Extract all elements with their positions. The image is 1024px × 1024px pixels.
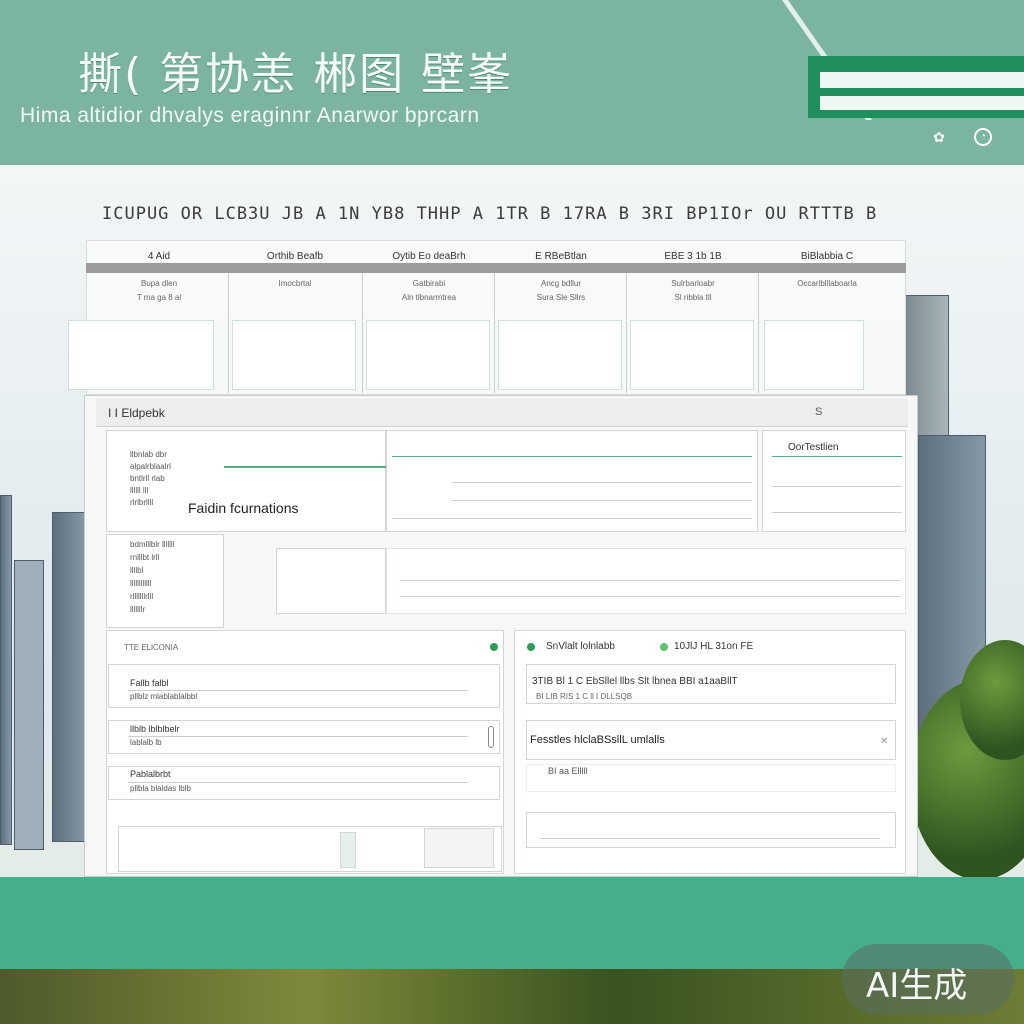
column-thumbnail: [68, 320, 214, 390]
content-line: [452, 482, 752, 483]
info-line: rlllllllrlll: [130, 592, 154, 601]
flower-icon[interactable]: ✿: [930, 128, 948, 146]
close-icon[interactable]: ✕: [880, 736, 888, 747]
feature-line: bntlrll rlab: [130, 474, 165, 483]
building-left-1: [0, 495, 12, 845]
ai-badge-label: AI生成: [866, 966, 968, 1006]
table-heading: ICUPUG OR LCB3U JB A 1N YB8 THHP A 1TR B…: [102, 204, 878, 224]
right-subpanel-header: 10JlJ HL 31on FE: [674, 641, 754, 652]
feature-title: Faidin fcurnations: [188, 500, 299, 516]
content-line: [400, 580, 900, 581]
result-text: BI aa Elllll: [548, 766, 588, 776]
result-text: BI LIB RIS 1 C ll I DLLSQB: [536, 692, 633, 701]
column-header: EBE 3 1b 1B: [664, 251, 722, 262]
column-header: BiBlabbia C: [800, 251, 854, 262]
feature-line: alpalrblaalrl: [130, 462, 171, 471]
header-stripe-line: [820, 72, 1024, 88]
column-text: Ancg bdllur: [540, 279, 582, 288]
list-item-sub: pllbla blaldas lblb: [130, 784, 191, 793]
feature-line: rlrlbrllll: [130, 498, 154, 507]
list-item-sub: lablalb lb: [130, 738, 162, 747]
tag-line: [772, 512, 902, 513]
feature-line: llllll lll: [130, 486, 149, 495]
tag-label: OorTestlien: [788, 442, 839, 453]
building-left-2: [52, 512, 86, 842]
list-item-rule: [128, 690, 468, 691]
column-card[interactable]: Oytib Eo deaBrh Gatbirabi Aln tlbnarmtre…: [362, 245, 496, 395]
list-item-title: llblb lblblbelr: [130, 724, 180, 734]
info-line: llllllllllll: [130, 579, 152, 588]
list-item-rule: [128, 782, 468, 783]
info-line: bdmlllblr lllllll: [130, 540, 175, 549]
preview-thumbnail: [340, 832, 356, 868]
column-thumbnail: [366, 320, 490, 390]
result-text: Fesstles hlclaBSsllL umlalls: [530, 734, 665, 746]
column-text: Imocbrtal: [278, 279, 312, 288]
column-thumbnail: [498, 320, 622, 390]
column-text: T ma ga 8 al: [136, 293, 182, 302]
column-thumbnail: [232, 320, 356, 390]
column-card[interactable]: BiBlabbia C Occarlblllaboarla: [760, 245, 894, 395]
column-text: Sl ribbla tll: [674, 293, 712, 302]
result-input-rule: [540, 838, 880, 839]
list-item-title: Pablalbrbt: [130, 769, 171, 779]
preview-thumbnail: [424, 828, 494, 868]
right-subpanel-header: SnVlalt lolnlabb: [546, 641, 615, 652]
panel-toolbar-action[interactable]: S: [815, 406, 822, 418]
list-item-rule: [128, 736, 468, 737]
list-item-sub: pllblz mlablablalbbl: [130, 692, 198, 701]
column-card[interactable]: E RBeBtlan Ancg bdllur Sura Sle Sllrs: [494, 245, 628, 395]
wide-content-area: [386, 548, 906, 614]
info-line: rnlllbt lrll: [130, 553, 160, 562]
column-header: Orthib Beafb: [266, 251, 324, 262]
content-line: [400, 596, 900, 597]
content-line: [392, 456, 752, 457]
content-line: [452, 500, 752, 501]
column-text: Sura Sle Sllrs: [536, 293, 586, 302]
content-card: [386, 430, 758, 532]
column-divider: [758, 273, 759, 393]
input-area[interactable]: [276, 548, 386, 614]
column-card[interactable]: EBE 3 1b 1B Sulrbarloabr Sl ribbla tll: [626, 245, 760, 395]
clock-icon[interactable]: ◔: [974, 128, 992, 146]
column-card[interactable]: 4 Aid Bupa dlen T ma ga 8 al: [68, 245, 226, 395]
column-text: Aln tlbnarmtrea: [401, 293, 457, 302]
feature-line: llbnlab dbr: [130, 450, 167, 459]
column-text: Occarlblllaboarla: [797, 279, 857, 288]
page-subtitle: Hima altidior dhvalys eraginnr Anarwor b…: [20, 104, 480, 127]
status-dot: [527, 643, 535, 651]
column-thumbnail: [764, 320, 864, 390]
column-header: Oytib Eo deaBrh: [392, 251, 466, 262]
tag-line: [772, 486, 902, 487]
info-line: lllllllr: [130, 605, 146, 614]
status-dot: [490, 643, 498, 651]
panel-toolbar-label: I I Eldpebk: [108, 406, 165, 420]
column-header: 4 Aid: [147, 251, 171, 262]
column-text: Bupa dlen: [140, 279, 178, 288]
column-header: E RBeBtlan: [535, 251, 587, 262]
page-title: 撕( 第协恙 郴图 壁峯: [78, 49, 514, 100]
column-text: Sulrbarloabr: [671, 279, 715, 288]
column-card[interactable]: Orthib Beafb Imocbrtal: [228, 245, 362, 395]
column-thumbnail: [630, 320, 754, 390]
column-text: Gatbirabi: [412, 279, 446, 288]
slider-handle[interactable]: [488, 726, 494, 748]
header-stripe-line: [820, 96, 1024, 110]
result-text: 3TIB Bl 1 C EbSllel llbs Slt lbnea BBI a…: [532, 676, 738, 687]
list-item-title: Fallb falbl: [130, 678, 169, 688]
status-dot: [660, 643, 668, 651]
left-subpanel-header: TTE ELlCONIA: [124, 643, 179, 652]
content-line: [392, 518, 752, 519]
panel-toolbar: [96, 399, 908, 427]
building-left-3: [14, 560, 44, 850]
tag-line: [772, 456, 902, 457]
info-line: llllbl: [130, 566, 144, 575]
result-input[interactable]: [526, 812, 896, 848]
